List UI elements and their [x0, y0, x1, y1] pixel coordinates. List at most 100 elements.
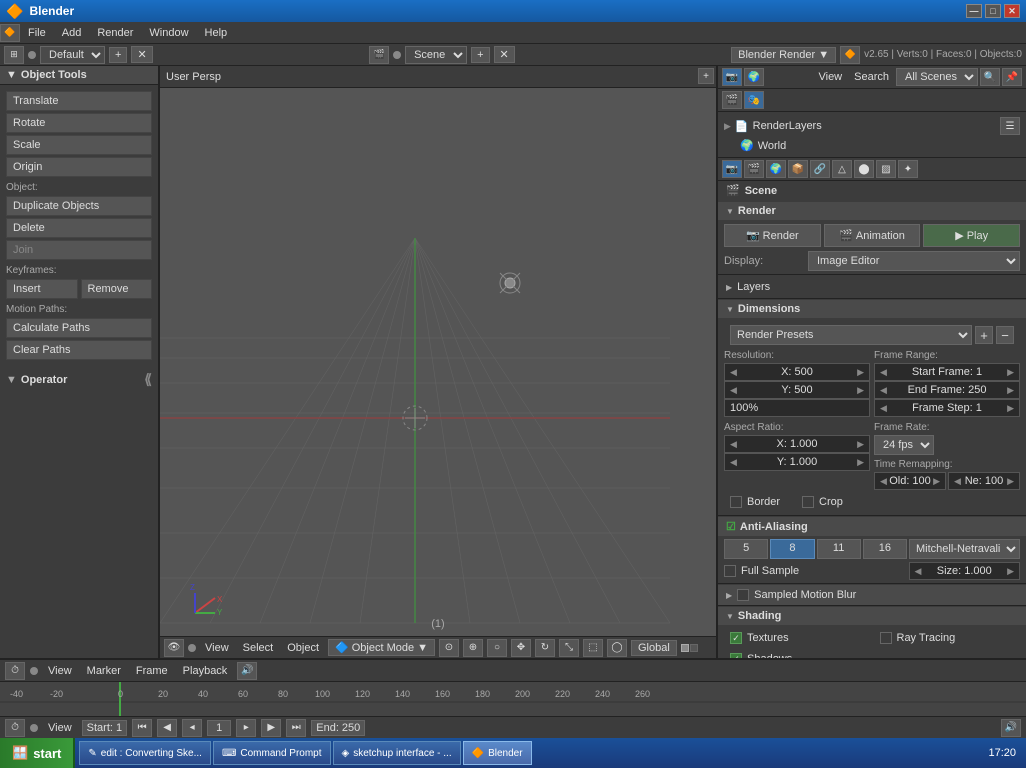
render-layers-icon[interactable]: 🎬	[722, 91, 742, 109]
border-checkbox[interactable]	[730, 496, 742, 508]
percent-field[interactable]: 100%	[724, 399, 870, 417]
render-engine-select[interactable]: Blender Render ▼	[731, 47, 836, 63]
tl-playback-menu[interactable]: Playback	[178, 665, 233, 677]
start-button[interactable]: 🪟 start	[0, 738, 75, 768]
minimize-button[interactable]: —	[966, 4, 982, 18]
scenes-select[interactable]: All Scenes	[896, 68, 978, 86]
menu-help[interactable]: Help	[197, 25, 236, 41]
taskbar-item-1[interactable]: ⌨ Command Prompt	[213, 741, 331, 765]
transform-rotate[interactable]: ↻	[535, 639, 555, 657]
aa-filter-select[interactable]: Mitchell-Netravali	[909, 539, 1020, 559]
presets-remove-btn[interactable]: −	[996, 326, 1014, 344]
rp-world-tab[interactable]: 🌍	[744, 68, 764, 86]
layers-header[interactable]: Layers	[718, 276, 1026, 298]
presets-select[interactable]: Render Presets	[730, 325, 972, 345]
tl-footer-icon[interactable]: ⏱	[5, 719, 25, 737]
rp-search-icon[interactable]: 🔍	[980, 68, 1000, 86]
tl-next-frame[interactable]: ▶	[261, 719, 281, 737]
tl-footer-view[interactable]: View	[43, 722, 77, 734]
vp-object-menu[interactable]: Object	[282, 642, 324, 654]
snap-btn[interactable]: ⊕	[463, 639, 483, 657]
tl-audio-btn[interactable]: 🔊	[237, 662, 257, 680]
viewport[interactable]: User Persp +	[160, 66, 716, 658]
aa-btn-11[interactable]: 11	[817, 539, 861, 559]
workspace-add-btn[interactable]: +	[109, 47, 127, 63]
frame-step-field[interactable]: ◀ Frame Step: 1 ▶	[874, 399, 1020, 417]
scene-select[interactable]: Scene	[405, 46, 467, 64]
calculate-paths-button[interactable]: Calculate Paths	[6, 318, 152, 338]
select-box[interactable]: ⬚	[583, 639, 603, 657]
textures-checkbox[interactable]: ✓	[730, 632, 742, 644]
tl-play-reverse[interactable]: ◂	[182, 719, 202, 737]
menu-add[interactable]: Add	[54, 25, 90, 41]
prop-edit-btn[interactable]: ○	[487, 639, 507, 657]
maximize-button[interactable]: □	[985, 4, 1001, 18]
smb-checkbox[interactable]	[737, 589, 749, 601]
origin-button[interactable]: Origin	[6, 157, 152, 177]
layer-dot-2[interactable]	[690, 644, 698, 652]
start-frame-control[interactable]: Start: 1	[82, 720, 127, 736]
timeline-ruler[interactable]: -40 -20 0 20 40 60 80 100 120 140 160 18…	[0, 682, 1026, 716]
old-val-field[interactable]: ◀ Old: 100 ▶	[874, 472, 946, 490]
current-frame-field[interactable]: 1	[207, 720, 231, 736]
dimensions-header[interactable]: Dimensions	[718, 300, 1026, 318]
delete-button[interactable]: Delete	[6, 218, 152, 238]
insert-button[interactable]: Insert	[6, 279, 78, 299]
crop-checkbox[interactable]	[802, 496, 814, 508]
rp-view-menu[interactable]: View	[813, 71, 847, 83]
taskbar-item-3[interactable]: 🔶 Blender	[463, 741, 532, 765]
framerate-select[interactable]: 24 fps	[874, 435, 934, 455]
taskbar-item-2[interactable]: ◈ sketchup interface - ...	[333, 741, 461, 765]
transform-grab[interactable]: ✥	[511, 639, 531, 657]
size-field[interactable]: ◀ Size: 1.000 ▶	[909, 562, 1020, 580]
rp-search-menu[interactable]: Search	[849, 71, 894, 83]
tl-jump-start[interactable]: ⏮	[132, 719, 152, 737]
new-val-field[interactable]: ◀ Ne: 100 ▶	[948, 472, 1020, 490]
transform-scale[interactable]: ⤡	[559, 639, 579, 657]
scene-icon-tab[interactable]: 🎭	[744, 91, 764, 109]
scale-button[interactable]: Scale	[6, 135, 152, 155]
duplicate-objects-button[interactable]: Duplicate Objects	[6, 196, 152, 216]
global-select[interactable]: Global	[631, 640, 677, 656]
remove-button[interactable]: Remove	[81, 279, 153, 299]
mode-select[interactable]: 🔷 Object Mode ▼	[328, 639, 435, 656]
tl-play-forward[interactable]: ▸	[236, 719, 256, 737]
join-button[interactable]: Join	[6, 240, 152, 260]
start-frame-field[interactable]: ◀ Start Frame: 1 ▶	[874, 363, 1020, 381]
y-aspect-field[interactable]: ◀ Y: 1.000 ▶	[724, 453, 870, 471]
operator-collapse[interactable]: ⟪	[144, 371, 152, 388]
vp-view-menu[interactable]: View	[200, 642, 234, 654]
end-frame-control[interactable]: End: 250	[311, 720, 365, 736]
aa-btn-5[interactable]: 5	[724, 539, 768, 559]
layer-dot-1[interactable]	[681, 644, 689, 652]
rotate-button[interactable]: Rotate	[6, 113, 152, 133]
scene-icon-btn[interactable]: 🎬	[369, 46, 389, 64]
translate-button[interactable]: Translate	[6, 91, 152, 111]
texture-tab[interactable]: ▨	[876, 160, 896, 178]
end-frame-field[interactable]: ◀ End Frame: 250 ▶	[874, 381, 1020, 399]
menu-file[interactable]: File	[20, 25, 54, 41]
menu-render[interactable]: Render	[89, 25, 141, 41]
rp-pin-btn[interactable]: 📌	[1002, 68, 1022, 86]
material-tab[interactable]: ⬤	[854, 160, 874, 178]
menu-window[interactable]: Window	[141, 25, 196, 41]
aa-btn-8[interactable]: 8	[770, 539, 814, 559]
aa-header[interactable]: ☑ Anti-Aliasing	[718, 517, 1026, 536]
ray-tracing-checkbox[interactable]	[880, 632, 892, 644]
tl-frame-menu[interactable]: Frame	[131, 665, 173, 677]
vp-view-icon[interactable]: 👁	[164, 639, 184, 657]
renderlayers-menu[interactable]: ☰	[1000, 117, 1020, 135]
aa-checkbox[interactable]: ☑	[726, 520, 736, 533]
object-props-tab[interactable]: 📦	[788, 160, 808, 178]
workspace-layout-select[interactable]: Default	[40, 46, 105, 64]
render-props-tab[interactable]: 📷	[722, 160, 742, 178]
tl-jump-end[interactable]: ⏭	[286, 719, 306, 737]
tl-view-menu[interactable]: View	[43, 665, 77, 677]
display-select[interactable]: Image Editor	[808, 251, 1020, 271]
x-aspect-field[interactable]: ◀ X: 1.000 ▶	[724, 435, 870, 453]
world-props-tab[interactable]: 🌍	[766, 160, 786, 178]
scene-tree-renderlayers[interactable]: ▶ 📄 RenderLayers ☰	[724, 115, 1020, 137]
y-field[interactable]: ◀ Y: 500 ▶	[724, 381, 870, 399]
rp-camera-tab[interactable]: 📷	[722, 68, 742, 86]
scene-remove-btn[interactable]: ✕	[494, 46, 515, 63]
